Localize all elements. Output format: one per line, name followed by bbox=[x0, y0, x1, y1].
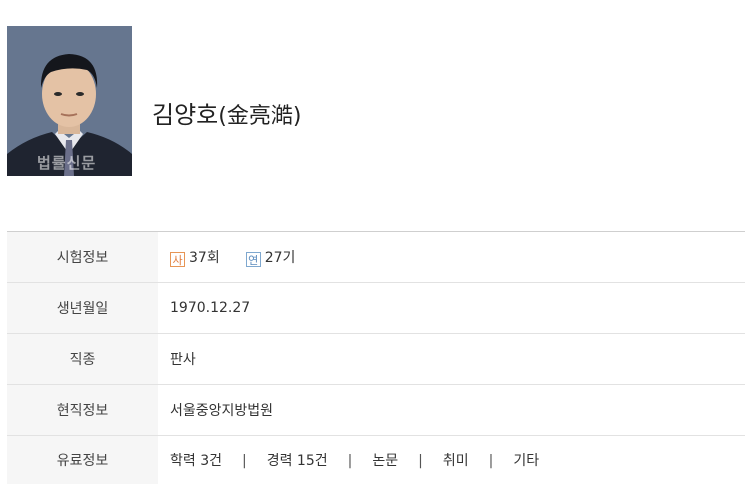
bar-exam-value: 37회 bbox=[189, 250, 220, 266]
separator: | bbox=[418, 453, 423, 469]
table-row-paid: 유료정보 학력 3건 | 경력 15건 | 논문 | 취미 | 기타 bbox=[7, 436, 745, 484]
table-row-birth: 생년월일 1970.12.27 bbox=[7, 283, 745, 334]
name-hangul: 김양호 bbox=[152, 101, 218, 129]
etc-link[interactable]: 기타 bbox=[513, 453, 539, 469]
training-institute-value: 27기 bbox=[265, 250, 296, 266]
table-row-current: 현직정보 서울중앙지방법원 bbox=[7, 385, 745, 436]
exam-value: 사 37회 연 27기 bbox=[158, 232, 745, 283]
name-hanja: (金亮澔) bbox=[218, 104, 301, 129]
photo-watermark: 법률신문 bbox=[37, 152, 96, 173]
paid-label: 유료정보 bbox=[7, 436, 158, 484]
paid-value: 학력 3건 | 경력 15건 | 논문 | 취미 | 기타 bbox=[158, 436, 745, 484]
table-row-exam: 시험정보 사 37회 연 27기 bbox=[7, 232, 745, 283]
training-institute-item: 연 27기 bbox=[246, 247, 296, 267]
profile-photo: 법률신문 bbox=[7, 26, 132, 176]
sa-badge-icon: 사 bbox=[170, 252, 185, 267]
papers-link[interactable]: 논문 bbox=[372, 453, 398, 469]
separator: | bbox=[242, 453, 247, 469]
bar-exam-item: 사 37회 bbox=[170, 247, 220, 267]
birth-label: 생년월일 bbox=[7, 283, 158, 334]
separator: | bbox=[489, 453, 494, 469]
education-link[interactable]: 학력 3건 bbox=[170, 453, 222, 469]
current-label: 현직정보 bbox=[7, 385, 158, 436]
table-row-job: 직종 판사 bbox=[7, 334, 745, 385]
current-value: 서울중앙지방법원 bbox=[158, 385, 745, 436]
separator: | bbox=[348, 453, 353, 469]
job-label: 직종 bbox=[7, 334, 158, 385]
yeon-badge-icon: 연 bbox=[246, 252, 261, 267]
job-value: 판사 bbox=[158, 334, 745, 385]
profile-info-table: 시험정보 사 37회 연 27기 생년월일 1970.12.27 직종 판사 현직정… bbox=[7, 231, 745, 484]
career-link[interactable]: 경력 15건 bbox=[267, 453, 328, 469]
exam-label: 시험정보 bbox=[7, 232, 158, 283]
hobby-link[interactable]: 취미 bbox=[443, 453, 469, 469]
birth-value: 1970.12.27 bbox=[158, 283, 745, 334]
profile-name: 김양호(金亮澔) bbox=[152, 95, 301, 130]
